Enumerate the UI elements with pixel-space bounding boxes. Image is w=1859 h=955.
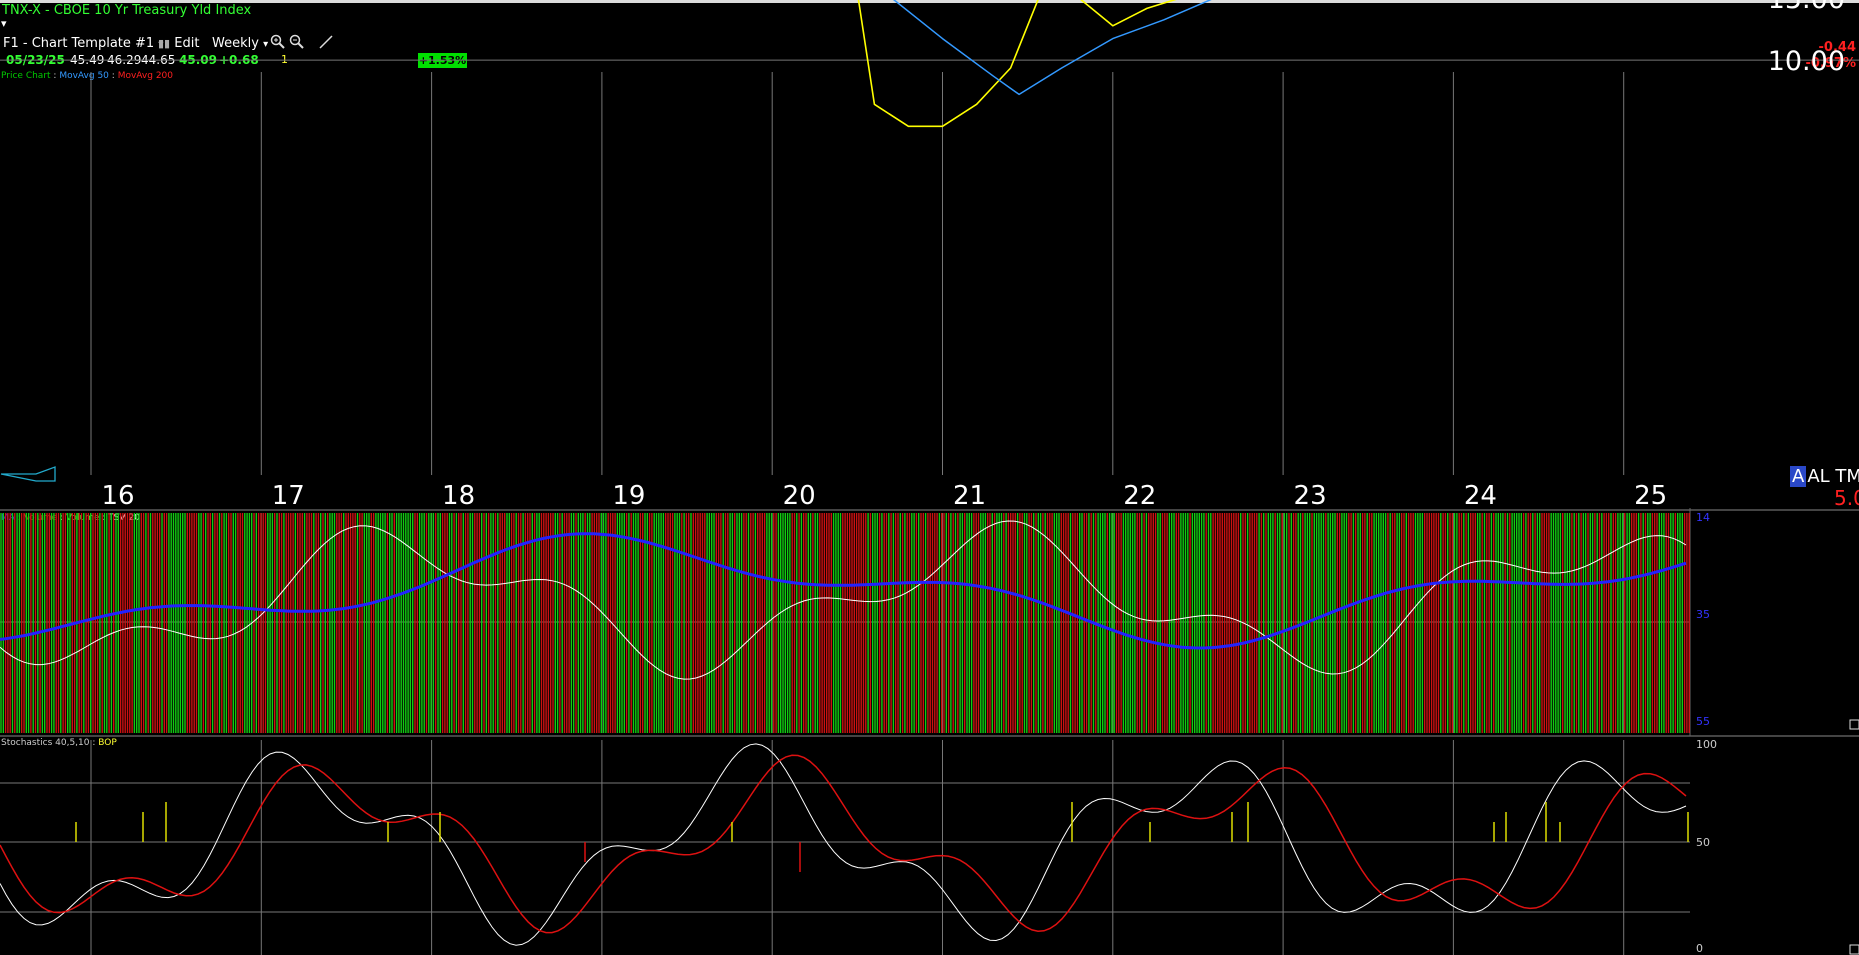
y-tick-label: 10.00 <box>1768 46 1845 77</box>
volume-axis-label: 55 <box>1696 715 1710 728</box>
stoch-axis-label: 100 <box>1696 738 1717 751</box>
x-tick-label: 25 <box>1634 481 1667 511</box>
stochastic-k-line <box>0 743 1687 946</box>
x-tick-label: 21 <box>953 481 986 511</box>
pane-resize-icon <box>1849 719 1859 730</box>
x-tick-label: 22 <box>1123 481 1156 511</box>
volume-axis-label: 35 <box>1696 608 1710 621</box>
volume-axis-label: 14 <box>1696 511 1710 524</box>
price-line <box>857 0 1177 128</box>
x-tick-label: 18 <box>442 481 475 511</box>
pane-resize-icon <box>1849 944 1859 955</box>
y-tick-label: 15.00 <box>1768 0 1845 15</box>
x-tick-label: 16 <box>101 481 134 511</box>
x-tick-label: 23 <box>1294 481 1327 511</box>
chart-svg: 10.0015.0020.0025.0030.0035.0040.0045.00… <box>0 0 1859 955</box>
stoch-axis-label: 50 <box>1696 836 1710 849</box>
x-tick-label: 19 <box>612 481 645 511</box>
chart-window: TNX-X - CBOE 10 Yr Treasury Yld Index ▾ … <box>0 0 1859 955</box>
x-tick-label: 24 <box>1464 481 1497 511</box>
x-tick-label: 20 <box>783 481 816 511</box>
x-tick-label: 17 <box>272 481 305 511</box>
scroll-handle-icon <box>0 466 56 482</box>
stoch-axis-label: 0 <box>1696 942 1703 955</box>
stochastic-d-line <box>0 754 1687 934</box>
movavg-50-line <box>892 0 1212 96</box>
